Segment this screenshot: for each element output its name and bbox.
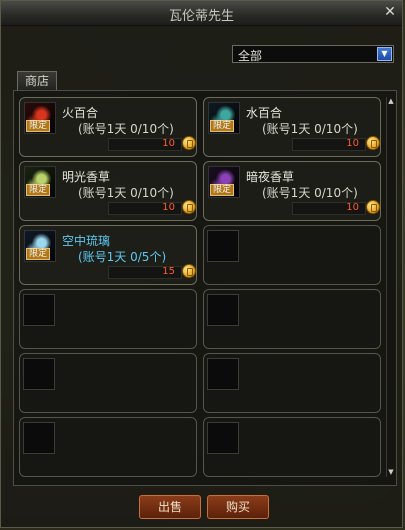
empty-icon-slot bbox=[207, 230, 239, 262]
sky-glass-icon: 限定 bbox=[24, 230, 56, 262]
scroll-up-icon[interactable]: ▲ bbox=[387, 97, 395, 106]
limited-badge: 限定 bbox=[26, 120, 51, 132]
purchase-limit: (账号1天 0/10个) bbox=[262, 186, 358, 200]
price-box: 15 bbox=[108, 266, 182, 279]
price-box: 10 bbox=[292, 202, 366, 215]
item-name: 火百合 bbox=[62, 106, 99, 120]
item-price: 10 bbox=[346, 202, 359, 213]
window-title: 瓦伦蒂先生 bbox=[168, 9, 234, 24]
purchase-limit: (账号1天 0/5个) bbox=[78, 250, 167, 264]
item-name: 水百合 bbox=[246, 106, 283, 120]
item-price: 10 bbox=[162, 202, 175, 213]
gold-coin-icon bbox=[366, 200, 380, 214]
gold-coin-icon bbox=[182, 264, 196, 278]
shop-window: 瓦伦蒂先生 ✕ 全部 ▼ 商店 限定 火百合 (账号1天 0/10个) 10 限定 水百合… bbox=[0, 0, 403, 528]
scrollbar[interactable]: ▲ ▼ bbox=[386, 97, 395, 477]
purchase-limit: (账号1天 0/10个) bbox=[78, 122, 174, 136]
category-filter-dropdown[interactable]: 全部 ▼ bbox=[232, 45, 394, 63]
close-icon[interactable]: ✕ bbox=[382, 4, 398, 20]
fire-lily-icon: 限定 bbox=[24, 102, 56, 134]
empty-item-slot bbox=[19, 417, 197, 477]
limited-badge: 限定 bbox=[26, 184, 51, 196]
limited-badge: 限定 bbox=[210, 120, 235, 132]
scroll-down-icon[interactable]: ▼ bbox=[387, 468, 395, 477]
water-lily-icon: 限定 bbox=[208, 102, 240, 134]
item-name: 明光香草 bbox=[62, 170, 111, 184]
item-price: 10 bbox=[346, 138, 359, 149]
empty-icon-slot bbox=[207, 294, 239, 326]
limited-badge: 限定 bbox=[26, 248, 51, 260]
night-herb-icon: 限定 bbox=[208, 166, 240, 198]
empty-item-slot bbox=[19, 353, 197, 413]
empty-item-slot bbox=[203, 289, 381, 349]
shop-item-card[interactable]: 限定 水百合 (账号1天 0/10个) 10 bbox=[203, 97, 381, 157]
sell-button[interactable]: 出售 bbox=[139, 495, 201, 519]
item-price: 15 bbox=[162, 266, 175, 277]
empty-item-slot bbox=[19, 289, 197, 349]
dropdown-arrow-icon[interactable]: ▼ bbox=[377, 47, 392, 61]
bright-herb-icon: 限定 bbox=[24, 166, 56, 198]
limited-badge: 限定 bbox=[210, 184, 235, 196]
buy-button[interactable]: 购买 bbox=[207, 495, 269, 519]
empty-icon-slot bbox=[23, 422, 55, 454]
price-box: 10 bbox=[108, 138, 182, 151]
empty-item-slot bbox=[203, 417, 381, 477]
shop-item-card[interactable]: 限定 火百合 (账号1天 0/10个) 10 bbox=[19, 97, 197, 157]
empty-icon-slot bbox=[23, 294, 55, 326]
empty-item-slot bbox=[203, 225, 381, 285]
purchase-limit: (账号1天 0/10个) bbox=[78, 186, 174, 200]
purchase-limit: (账号1天 0/10个) bbox=[262, 122, 358, 136]
category-filter-value: 全部 bbox=[238, 49, 263, 63]
gold-coin-icon bbox=[366, 136, 380, 150]
empty-icon-slot bbox=[207, 422, 239, 454]
shop-item-card[interactable]: 限定 暗夜香草 (账号1天 0/10个) 10 bbox=[203, 161, 381, 221]
empty-icon-slot bbox=[207, 358, 239, 390]
shop-item-card[interactable]: 限定 空中琉璃 (账号1天 0/5个) 15 bbox=[19, 225, 197, 285]
tab-shop[interactable]: 商店 bbox=[17, 71, 57, 90]
empty-item-slot bbox=[203, 353, 381, 413]
item-name: 暗夜香草 bbox=[246, 170, 295, 184]
price-box: 10 bbox=[292, 138, 366, 151]
gold-coin-icon bbox=[182, 136, 196, 150]
price-box: 10 bbox=[108, 202, 182, 215]
item-price: 10 bbox=[162, 138, 175, 149]
item-name: 空中琉璃 bbox=[62, 234, 111, 248]
title-bar[interactable]: 瓦伦蒂先生 ✕ bbox=[1, 1, 402, 26]
shop-item-card[interactable]: 限定 明光香草 (账号1天 0/10个) 10 bbox=[19, 161, 197, 221]
gold-coin-icon bbox=[182, 200, 196, 214]
empty-icon-slot bbox=[23, 358, 55, 390]
